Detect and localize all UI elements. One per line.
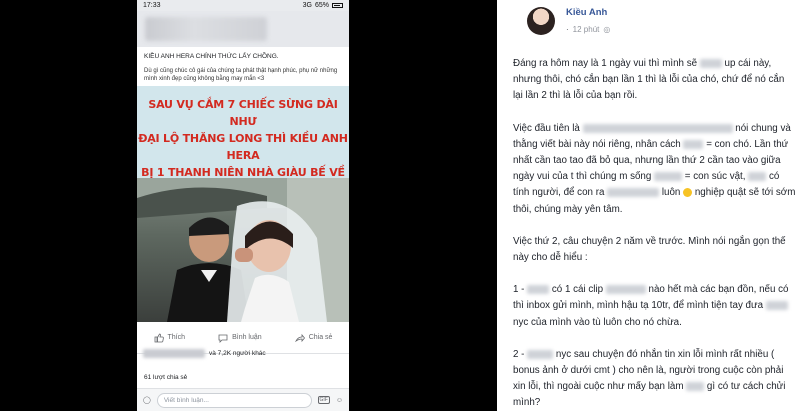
shares-count[interactable]: 61 lượt chia sẻ [144,374,187,381]
like-button[interactable]: Thích [154,333,186,343]
text: = con súc vật, [682,171,749,183]
text: Việc đầu tiên là [513,122,583,134]
blurred-likers [143,348,205,358]
paragraph-5: 2 - nyc sau chuyện đó nhắn tin xin lỗi m… [513,347,796,411]
text: có 1 cái clip [549,284,606,296]
battery-icon [332,3,343,8]
share-button[interactable]: Chia sẻ [294,333,333,343]
paragraph-2: Việc đầu tiên là nói chung và thằng viết… [513,121,796,218]
phone-screenshot: 17:33 3G 65% KIỀU ANH HERA CHÍNH THỨC LẤ… [137,0,349,411]
text: 1 - [513,284,528,296]
shared-post-desc: Dù gì cũng chúc cô gái của chúng ta phát… [144,68,338,82]
facebook-post: Kiều Anh · 12 phút ◎ Đáng ra hôm nay là … [497,0,800,411]
comment-input[interactable]: Viết bình luận... [156,392,312,408]
redacted-text [748,172,767,182]
camera-icon[interactable]: ◯ [143,396,151,404]
likes-summary[interactable]: và 7,2K người khác [143,346,266,360]
comment-bar: ◯ Viết bình luận... GIF ☺ [137,388,349,411]
battery-percent: 65% [314,2,329,9]
headline-line-2: ĐẠI LỘ THĂNG LONG THÌ KIỀU ANH HERA [138,132,348,162]
text: nyc của mình vào tù luôn cho nó chừa. [513,316,682,328]
gif-icon[interactable]: GIF [317,396,330,404]
post-meta: · 12 phút ◎ [566,25,610,34]
comment-icon [218,334,228,343]
redacted-text [654,172,683,182]
status-time: 17:33 [143,2,161,9]
redacted-text [582,123,733,133]
photo-illustration [137,178,349,322]
text: luôn [659,187,684,199]
comment-label: Bình luận [232,334,262,341]
shared-post-header [137,11,349,47]
redacted-text [683,139,704,149]
blurred-page-name [145,17,267,41]
author-avatar[interactable] [527,7,555,35]
meta-separator: · [566,25,569,34]
emoji-icon[interactable]: ☺ [336,397,343,404]
post-image[interactable]: SAU VỤ CẮM 7 CHIẾC SỪNG DÀI NHƯ ĐẠI LỘ T… [137,86,349,322]
paragraph-4: 1 - có 1 cái clip nào hết mà các bạn đồn… [513,282,796,331]
author-name[interactable]: Kiều Anh [566,7,607,18]
redacted-text [605,285,646,295]
post-body-text: Đáng ra hôm nay là 1 ngày vui thì mình s… [513,56,796,411]
share-label: Chia sẻ [308,334,333,341]
network-label: 3G [302,2,312,9]
like-label: Thích [167,334,186,341]
couple-photo [137,178,349,322]
redacted-text [607,188,660,198]
share-icon [294,333,305,342]
likes-count-text: và 7,2K người khác [209,349,266,357]
comment-button[interactable]: Bình luận [218,333,262,343]
redacted-text [765,301,788,311]
like-icon [154,333,164,342]
headline-line-1: SAU VỤ CẮM 7 CHIẾC SỪNG DÀI NHƯ [148,98,338,128]
redacted-text [686,382,705,392]
smiley-emoji-icon [683,188,693,198]
paragraph-1: Đáng ra hôm nay là 1 ngày vui thì mình s… [513,56,796,105]
post-time[interactable]: 12 phút [573,25,600,34]
redacted-text [699,58,722,68]
redacted-text [527,349,554,359]
globe-icon: ◎ [603,25,611,34]
paragraph-3: Việc thứ 2, câu chuyện 2 năm về trước. M… [513,235,786,264]
status-bar: 17:33 3G 65% [137,0,349,11]
shared-post-title: KIỀU ANH HERA CHÍNH THỨC LẤY CHỒNG. [144,53,279,60]
text: 2 - [513,348,528,360]
text: Đáng ra hôm nay là 1 ngày vui thì mình s… [513,58,700,69]
redacted-text [527,285,550,295]
